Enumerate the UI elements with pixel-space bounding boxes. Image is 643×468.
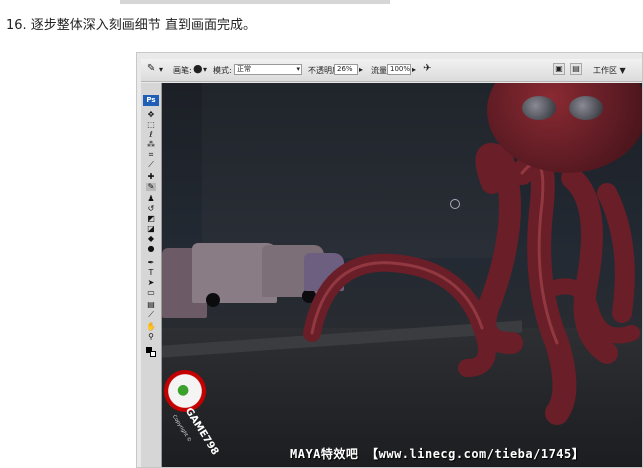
gradient-icon[interactable]: ◪: [146, 225, 156, 233]
game798-logo: ● GAME798 Copyright ©: [162, 368, 232, 467]
document-canvas[interactable]: ● GAME798 Copyright © MAYA特效吧 【www.linec…: [162, 83, 642, 467]
notes-icon[interactable]: ▤: [146, 301, 156, 309]
blur-icon[interactable]: ◆: [146, 235, 156, 243]
move-icon[interactable]: ✥: [146, 111, 156, 119]
flow-value: 100%: [390, 65, 411, 73]
ps-logo: Ps: [143, 95, 159, 106]
options-bar: ✎ ▾ 画笔: ● ▾ 模式: 正常 ▾ 不透明度: 26% ▸ 流量: 100…: [141, 59, 642, 82]
step-heading: 16. 逐步整体深入刻画细节 直到画面完成。: [6, 18, 256, 33]
eraser-icon[interactable]: ◩: [146, 215, 156, 223]
logo-text: GAME798: [182, 406, 221, 458]
crop-icon[interactable]: ⌗: [146, 151, 156, 159]
opacity-chevron-icon[interactable]: ▸: [359, 65, 363, 74]
brush-tool-icon[interactable]: ✎: [147, 63, 155, 74]
mode-value: 正常: [237, 65, 251, 73]
tool-preset-chevron-icon[interactable]: ▾: [159, 65, 163, 74]
flow-input[interactable]: 100%: [387, 64, 411, 75]
brush-label: 画笔:: [173, 66, 192, 75]
shape-icon[interactable]: ▭: [146, 289, 156, 297]
watermark-text: MAYA特效吧 【www.linecg.com/tieba/1745】: [290, 447, 585, 461]
top-divider-bar: [120, 0, 390, 4]
color-swatch-icon[interactable]: [146, 347, 156, 357]
photoshop-screenshot: ✎ ▾ 画笔: ● ▾ 模式: 正常 ▾ 不透明度: 26% ▸ 流量: 100…: [136, 52, 643, 468]
lasso-icon[interactable]: ℓ: [146, 131, 156, 139]
hand-icon[interactable]: ✋: [146, 323, 156, 331]
stamp-icon[interactable]: ♟: [146, 195, 156, 203]
type-icon[interactable]: T: [146, 269, 156, 277]
healing-icon[interactable]: ✚: [146, 173, 156, 181]
workspace-menu[interactable]: 工作区 ▼: [593, 65, 626, 76]
mode-label: 模式:: [213, 66, 232, 75]
eyedropper-icon[interactable]: ⟋: [146, 161, 156, 169]
octopus-eye: [522, 96, 556, 120]
tools-panel: Ps ✥ ⬚ ℓ ⁂ ⌗ ⟋ ✚ ✎ ♟ ↺ ◩ ◪ ◆ ● ✒ T ➤ ▭ ▤…: [141, 83, 162, 467]
magic-wand-icon[interactable]: ⁂: [146, 141, 156, 149]
history-brush-icon[interactable]: ↺: [146, 205, 156, 213]
opacity-value: 26%: [337, 65, 353, 73]
zoom-icon[interactable]: ⚲: [146, 333, 156, 341]
octopus-eye: [569, 96, 603, 120]
dodge-icon[interactable]: ●: [146, 245, 156, 253]
logo-mascot-icon: ●: [177, 382, 190, 398]
brush-preset-chevron-icon[interactable]: ▾: [203, 65, 207, 74]
brush-cursor: [450, 199, 460, 209]
screen-mode-icon[interactable]: ▤: [570, 63, 582, 75]
eyedropper2-icon[interactable]: ⟋: [146, 311, 156, 319]
mode-select[interactable]: 正常 ▾: [234, 64, 302, 75]
marquee-icon[interactable]: ⬚: [146, 121, 156, 129]
mode-chevron-icon: ▾: [296, 65, 300, 73]
bridge-icon[interactable]: ▣: [553, 63, 565, 75]
brush-icon[interactable]: ✎: [146, 183, 156, 191]
pen-icon[interactable]: ✒: [146, 259, 156, 267]
opacity-input[interactable]: 26%: [334, 64, 358, 75]
flow-chevron-icon[interactable]: ▸: [412, 65, 416, 74]
airbrush-icon[interactable]: ✈: [423, 63, 431, 74]
path-select-icon[interactable]: ➤: [146, 279, 156, 287]
brush-preset-icon[interactable]: ●: [193, 62, 203, 75]
